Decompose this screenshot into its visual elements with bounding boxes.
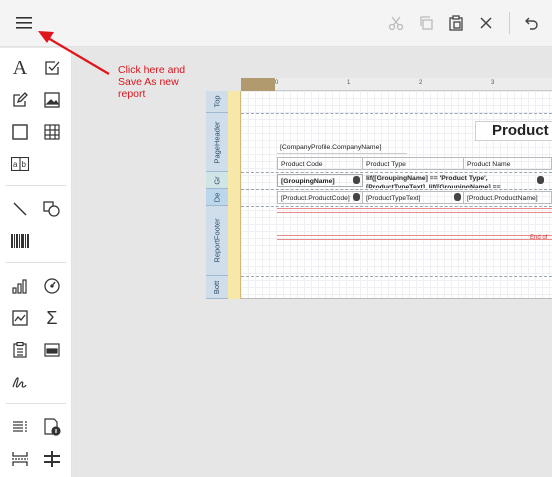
band-tab-group-header[interactable]: Gr — [206, 172, 228, 189]
pdf-content-icon[interactable] — [39, 414, 65, 440]
expression-icon — [353, 176, 360, 184]
detail-product-type[interactable]: [ProductTypeText] — [363, 191, 464, 204]
checkbox-icon[interactable] — [39, 55, 65, 81]
cut-icon[interactable] — [381, 8, 411, 38]
ruler-tick: 0 — [275, 80, 279, 86]
paste-icon[interactable] — [441, 8, 471, 38]
band-divider — [241, 172, 552, 173]
page-info-icon[interactable] — [39, 337, 65, 363]
detail-product-name[interactable]: [Product.ProductName] — [464, 191, 552, 204]
toolbar-separator — [509, 12, 510, 34]
band-divider — [241, 276, 552, 277]
undo-icon[interactable] — [516, 8, 546, 38]
band-divider — [241, 189, 552, 190]
expression-icon — [353, 193, 360, 201]
group-expression-field[interactable]: Iif([GroupingName] == 'Product Type', — [363, 174, 542, 183]
footer-line — [277, 208, 552, 209]
footer-line — [277, 212, 552, 213]
band-tab-detail[interactable]: De — [206, 189, 228, 206]
toolbar — [0, 0, 552, 47]
line-icon[interactable] — [7, 196, 33, 222]
toolbox-separator — [6, 262, 66, 263]
band-divider — [241, 113, 552, 114]
character-comb-icon[interactable]: ab — [7, 151, 33, 177]
barcode-icon[interactable] — [7, 228, 33, 254]
report-title[interactable]: Product — [475, 121, 552, 141]
panel-icon[interactable] — [7, 119, 33, 145]
end-of-report-label[interactable]: End of — [527, 234, 552, 242]
band-tab-top-margin[interactable]: Top — [206, 91, 228, 113]
header-product-name[interactable]: Product Name — [464, 157, 552, 170]
band-label: Gr — [212, 175, 222, 185]
band-tab-report-footer[interactable]: ReportFooter — [206, 206, 228, 276]
expression-icon — [454, 193, 461, 201]
hamburger-menu-icon[interactable] — [9, 8, 39, 38]
group-name-field[interactable]: [GroupingName] — [277, 174, 363, 187]
vertical-ruler — [228, 91, 241, 299]
signature-icon[interactable] — [7, 369, 33, 395]
chart-icon[interactable] — [7, 273, 33, 299]
ruler-margin-marker — [241, 78, 275, 91]
rich-text-icon[interactable] — [7, 87, 33, 113]
band-tabs: Top PageHeader Gr De ReportFooter Bott — [206, 91, 228, 299]
toolbox-separator — [6, 403, 66, 404]
band-label: De — [212, 192, 222, 202]
cross-band-icon[interactable] — [39, 446, 65, 472]
header-product-type[interactable]: Product Type — [363, 157, 464, 170]
subreport-icon[interactable] — [7, 414, 33, 440]
expression-icon — [537, 176, 544, 184]
ruler-tick: 2 — [419, 80, 423, 86]
gauge-icon[interactable] — [39, 273, 65, 299]
footer-line — [277, 235, 552, 236]
toolbox: A ab Σ — [0, 48, 72, 477]
svg-text:a: a — [13, 160, 18, 169]
table-icon[interactable] — [39, 119, 65, 145]
horizontal-ruler: 0 1 2 3 — [241, 78, 552, 91]
delete-icon[interactable] — [471, 8, 501, 38]
band-label: Bott — [212, 280, 222, 294]
detail-product-code[interactable]: [Product.ProductCode] — [277, 191, 363, 204]
footer-line — [277, 239, 552, 240]
band-label: ReportFooter — [212, 218, 222, 263]
report-surface[interactable]: Product [CompanyProfile.CompanyName] Pro… — [241, 91, 552, 299]
band-tab-bottom-margin[interactable]: Bott — [206, 276, 228, 299]
picture-icon[interactable] — [39, 87, 65, 113]
ruler-tick: 1 — [347, 80, 351, 86]
table-of-contents-icon[interactable] — [7, 337, 33, 363]
annotation-callout: Click here and Save As new report — [118, 64, 186, 100]
band-divider — [241, 206, 552, 207]
page-break-icon[interactable] — [7, 446, 33, 472]
band-tab-page-header[interactable]: PageHeader — [206, 113, 228, 172]
summary-icon[interactable]: Σ — [39, 305, 65, 331]
sparkline-icon[interactable] — [7, 305, 33, 331]
toolbox-separator — [6, 185, 66, 186]
shape-icon[interactable] — [39, 196, 65, 222]
group-expression-continued: [ProductTypeText], Iif([GroupingName] == — [366, 184, 501, 188]
header-product-code[interactable]: Product Code — [277, 157, 363, 170]
svg-text:b: b — [22, 160, 27, 169]
label-icon[interactable]: A — [7, 55, 33, 81]
ruler-tick: 3 — [491, 80, 495, 86]
company-name-field[interactable]: [CompanyProfile.CompanyName] — [277, 144, 407, 154]
copy-icon[interactable] — [411, 8, 441, 38]
band-label: Top — [212, 95, 222, 108]
band-label: PageHeader — [212, 120, 222, 164]
